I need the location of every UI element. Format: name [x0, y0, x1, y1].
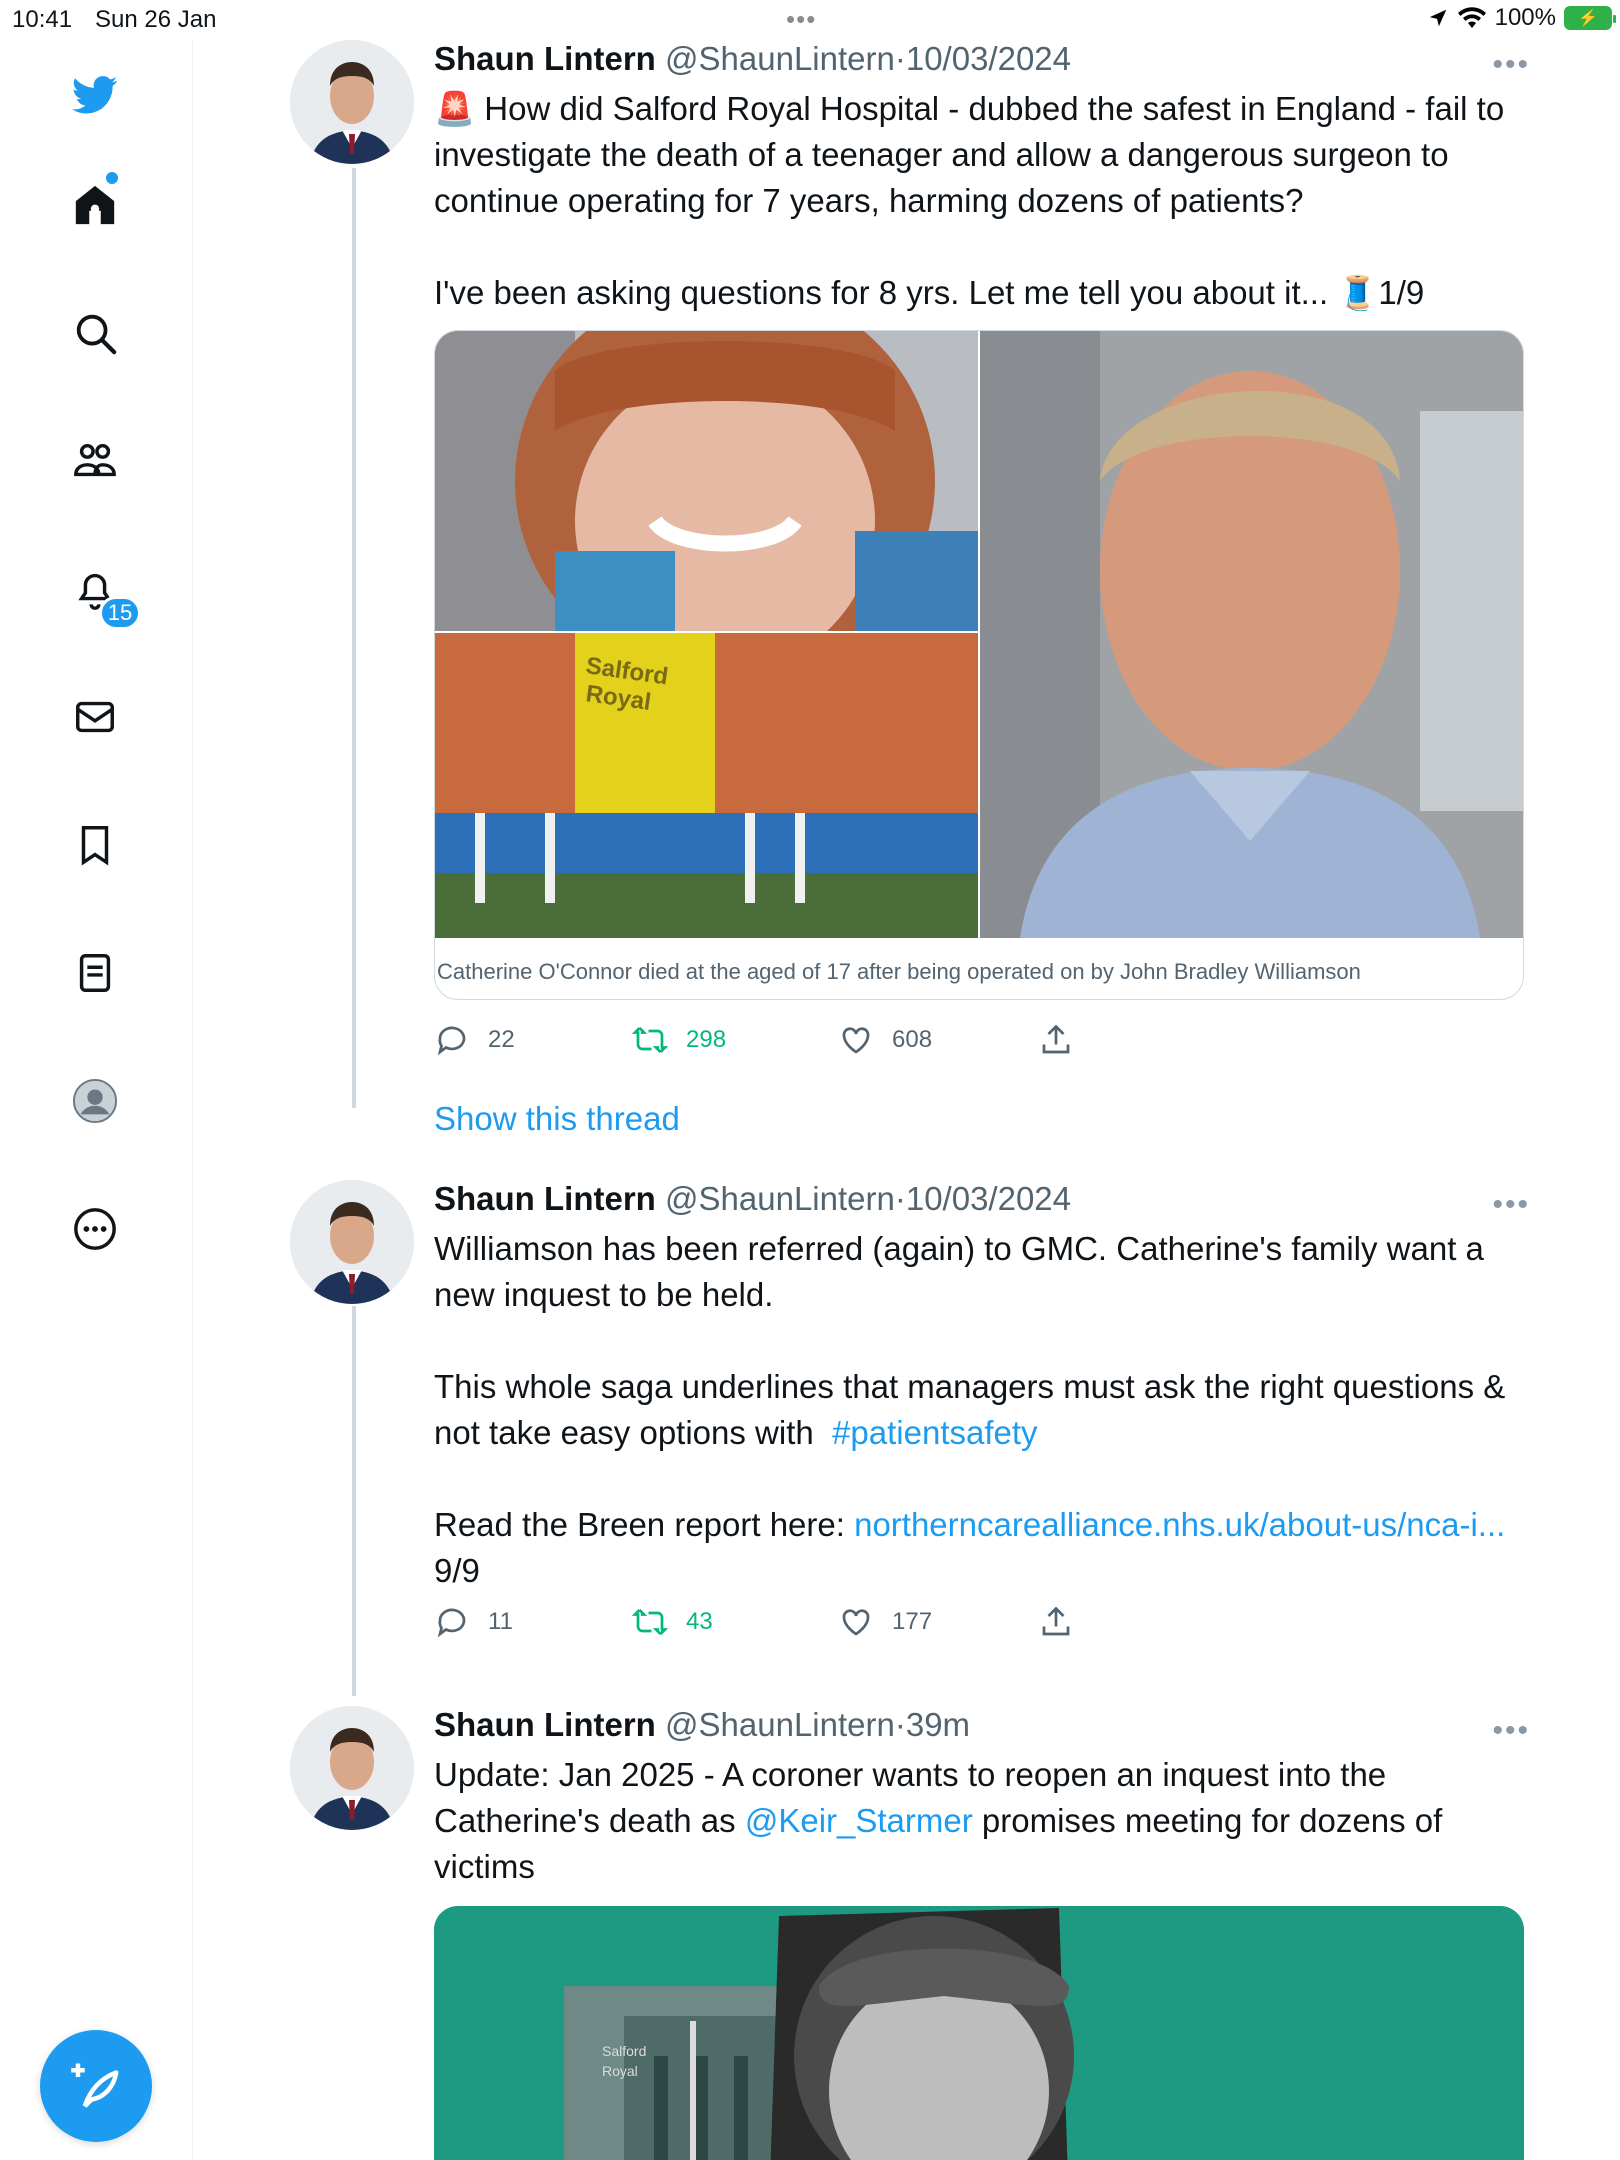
- photo-collage[interactable]: Salford Royal: [434, 1906, 1524, 2160]
- retweet-icon: [632, 1609, 668, 1635]
- hashtag-link[interactable]: #patientsafety: [832, 1414, 1037, 1451]
- timestamp[interactable]: 10/03/2024: [906, 40, 1071, 77]
- report-link[interactable]: northerncarealliance.nhs.uk/about-us/nca…: [854, 1506, 1505, 1543]
- media-card[interactable]: Salford Royal Catherine O'Connor died at…: [434, 330, 1524, 1000]
- retweet-button[interactable]: 298: [632, 1022, 726, 1058]
- heart-icon: [842, 1027, 870, 1054]
- tweet-text-content: How did Salford Royal Hospital - dubbed …: [434, 90, 1505, 311]
- tweet[interactable]: Shaun Lintern @ShaunLintern·10/03/2024 •…: [290, 1180, 1530, 1660]
- author-handle[interactable]: @ShaunLintern: [665, 1706, 895, 1743]
- compose-feather-icon: [71, 2063, 119, 2108]
- timestamp[interactable]: 10/03/2024: [906, 1180, 1071, 1217]
- search-icon[interactable]: [70, 308, 120, 358]
- home-unread-dot: [106, 172, 118, 184]
- tweet-text: Williamson has been referred (again) to …: [434, 1226, 1524, 1594]
- heart-icon: [842, 1609, 870, 1636]
- show-thread-link[interactable]: Show this thread: [434, 1100, 680, 1138]
- media-card[interactable]: Salford Royal: [434, 1906, 1524, 2160]
- tweet-text-part: Read the Breen report here:: [434, 1506, 845, 1543]
- retweet-icon: [632, 1027, 668, 1053]
- profile-avatar-icon[interactable]: [70, 1076, 120, 1126]
- siren-emoji: 🚨: [434, 90, 476, 127]
- author-name[interactable]: Shaun Lintern: [434, 1706, 656, 1743]
- more-options-icon[interactable]: [70, 1204, 120, 1254]
- communities-icon[interactable]: [70, 436, 120, 486]
- separator: ·: [894, 1180, 906, 1217]
- svg-text:Royal: Royal: [602, 2063, 638, 2079]
- timestamp[interactable]: 39m: [906, 1706, 970, 1743]
- avatar[interactable]: [290, 1706, 414, 1830]
- location-icon: [1429, 9, 1446, 27]
- tweet-more-icon[interactable]: •••: [1492, 1714, 1530, 1748]
- media-caption: Catherine O'Connor died at the aged of 1…: [437, 959, 1361, 984]
- retweet-button[interactable]: 43: [632, 1604, 713, 1640]
- svg-text:Salford: Salford: [602, 2043, 646, 2059]
- like-button[interactable]: 608: [838, 1022, 932, 1058]
- photo-man[interactable]: [980, 331, 1524, 938]
- retweet-count: 298: [686, 1026, 727, 1053]
- status-time: 10:41: [12, 6, 73, 33]
- compose-tweet-button[interactable]: [40, 2030, 152, 2142]
- retweet-count: 43: [686, 1608, 713, 1635]
- reply-count: 11: [488, 1608, 513, 1635]
- mention-link[interactable]: @Keir_Starmer: [745, 1802, 973, 1839]
- home-icon[interactable]: [70, 180, 120, 230]
- like-button[interactable]: 177: [838, 1604, 932, 1640]
- status-right: 100% ⚡: [1427, 4, 1616, 32]
- author-name[interactable]: Shaun Lintern: [434, 40, 656, 77]
- tweet-actions: 11 43 177: [434, 1604, 1114, 1644]
- avatar[interactable]: [290, 1180, 414, 1304]
- tweet-text: 🚨 How did Salford Royal Hospital - dubbe…: [434, 86, 1524, 316]
- tweet-text: Update: Jan 2025 - A coroner wants to re…: [434, 1752, 1524, 1890]
- share-button[interactable]: [1038, 1022, 1074, 1058]
- photo-hospital[interactable]: Salford Royal: [435, 633, 978, 938]
- status-date: Sun 26 Jan: [95, 6, 217, 33]
- lists-icon[interactable]: [70, 948, 120, 998]
- tweet[interactable]: Shaun Lintern @ShaunLintern·10/03/2024 •…: [290, 40, 1530, 1100]
- reply-icon: [437, 1026, 466, 1056]
- like-count: 177: [892, 1608, 933, 1635]
- twitter-logo-icon[interactable]: [70, 68, 120, 118]
- tweet-more-icon[interactable]: •••: [1492, 48, 1530, 82]
- tweet-header: Shaun Lintern @ShaunLintern·39m: [434, 1706, 970, 1744]
- share-button[interactable]: [1038, 1604, 1074, 1640]
- multitasking-dots-icon[interactable]: •••: [786, 4, 816, 35]
- share-icon: [1042, 1024, 1070, 1054]
- tweet-actions: 22 298 608: [434, 1022, 1114, 1062]
- battery-percent: 100%: [1494, 4, 1556, 31]
- author-name[interactable]: Shaun Lintern: [434, 1180, 656, 1217]
- sidebar: 15: [0, 40, 193, 2160]
- separator: ·: [894, 40, 906, 77]
- author-handle[interactable]: @ShaunLintern: [665, 1180, 895, 1217]
- reply-count: 22: [488, 1026, 515, 1053]
- battery-icon: ⚡: [1564, 6, 1616, 30]
- wifi-icon: [1457, 7, 1486, 29]
- separator: ·: [894, 1706, 906, 1743]
- tweet-header: Shaun Lintern @ShaunLintern·10/03/2024: [434, 40, 1071, 78]
- reply-icon: [437, 1608, 466, 1638]
- tweet-more-icon[interactable]: •••: [1492, 1188, 1530, 1222]
- like-count: 608: [892, 1026, 933, 1053]
- reply-button[interactable]: 22: [434, 1022, 515, 1058]
- photo-girl[interactable]: [435, 331, 978, 631]
- tweet-header: Shaun Lintern @ShaunLintern·10/03/2024: [434, 1180, 1071, 1218]
- share-icon: [1042, 1606, 1070, 1636]
- status-bar: 10:41 Sun 26 Jan ••• 100% ⚡: [0, 0, 1620, 40]
- avatar[interactable]: [290, 40, 414, 164]
- messages-mail-icon[interactable]: [70, 692, 120, 742]
- bookmark-icon[interactable]: [70, 820, 120, 870]
- reply-button[interactable]: 11: [434, 1604, 513, 1640]
- notifications-badge: 15: [99, 596, 141, 630]
- author-handle[interactable]: @ShaunLintern: [665, 40, 895, 77]
- tweet[interactable]: Shaun Lintern @ShaunLintern·39m ••• Upda…: [290, 1706, 1530, 2160]
